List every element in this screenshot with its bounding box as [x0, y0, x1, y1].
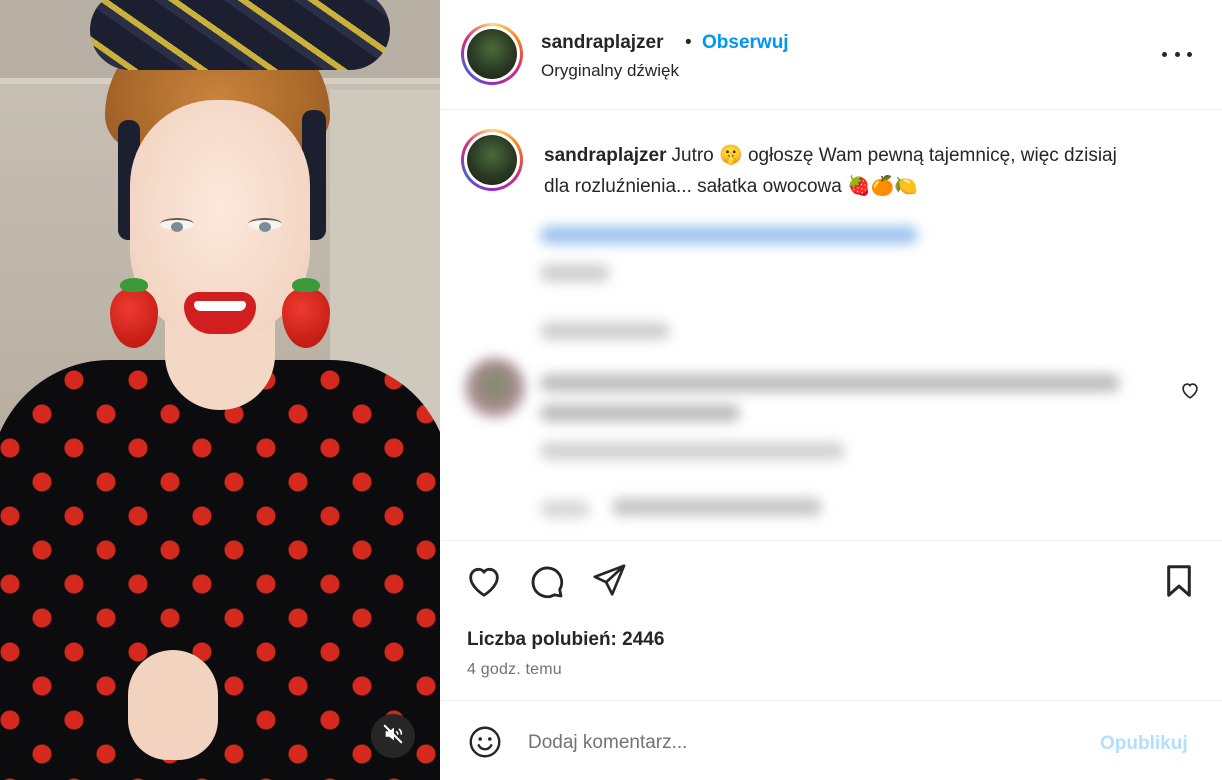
hand	[128, 650, 218, 760]
post-video[interactable]	[0, 0, 440, 780]
strawberry-earring	[110, 278, 158, 348]
comment-avatar	[465, 358, 525, 418]
author-username[interactable]: sandraplajzer	[541, 32, 664, 54]
mute-toggle-button[interactable]	[371, 714, 415, 758]
bookmark-icon[interactable]	[1160, 561, 1198, 606]
caption-avatar[interactable]	[461, 129, 523, 191]
comment-icon[interactable]	[526, 561, 566, 606]
caption-username[interactable]: sandraplajzer	[544, 145, 667, 166]
post-header: sandraplajzer • Obserwuj Oryginalny dźwi…	[440, 0, 1222, 110]
mouth	[184, 292, 256, 334]
head-scarf	[90, 0, 390, 70]
separator-dot: •	[685, 32, 692, 53]
post-side-panel: sandraplajzer • Obserwuj Oryginalny dźwi…	[440, 0, 1222, 780]
strawberry-shirt	[0, 360, 440, 780]
instagram-post: sandraplajzer • Obserwuj Oryginalny dźwi…	[0, 0, 1222, 780]
follow-button[interactable]: Obserwuj	[702, 32, 789, 54]
post-timestamp[interactable]: 4 godz. temu	[467, 661, 562, 679]
post-actions: Liczba polubień: 2446 4 godz. temu	[440, 540, 1222, 700]
comment-input[interactable]	[528, 725, 1068, 761]
share-icon[interactable]	[590, 561, 628, 604]
muted-speaker-icon	[382, 723, 404, 750]
emoji-icon[interactable]	[467, 724, 503, 765]
more-options-icon[interactable]	[1162, 42, 1192, 66]
audio-label[interactable]: Oryginalny dźwięk	[541, 61, 679, 81]
comment-like-heart-icon[interactable]	[1179, 379, 1201, 406]
add-comment-bar: Opublikuj	[440, 700, 1222, 780]
heart-icon[interactable]	[464, 561, 504, 606]
strawberry-earring	[282, 278, 330, 348]
likes-count[interactable]: Liczba polubień: 2446	[467, 629, 664, 651]
publish-button[interactable]: Opublikuj	[1100, 733, 1188, 755]
avatar[interactable]	[461, 23, 523, 85]
